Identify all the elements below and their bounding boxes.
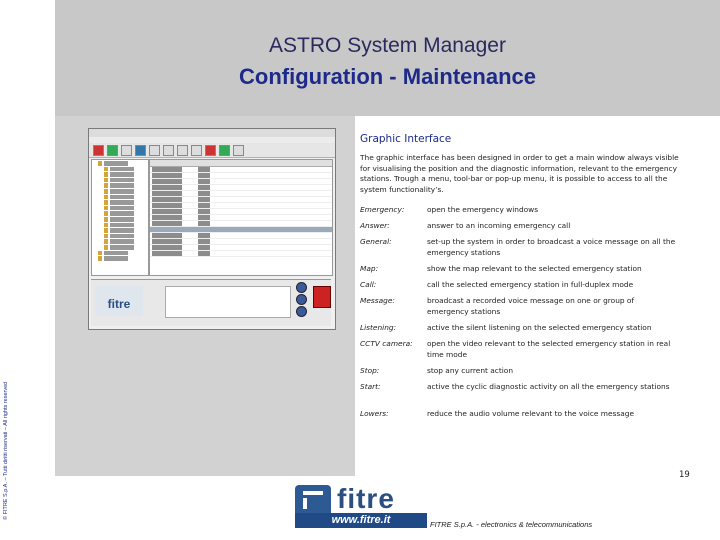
round-button-icon xyxy=(296,282,307,293)
round-button-icon xyxy=(296,294,307,305)
round-button-icon xyxy=(296,306,307,317)
definition-desc: show the map relevant to the selected em… xyxy=(427,264,642,273)
definition-desc: answer to an incoming emergency call xyxy=(427,221,571,230)
definition-term: Message: xyxy=(360,296,395,305)
emergency-icon xyxy=(93,144,104,156)
definition-term: Answer: xyxy=(360,221,390,230)
cctv-camera-icon xyxy=(191,144,202,156)
definition-term: CCTV camera: xyxy=(360,339,413,348)
definition-term: General: xyxy=(360,237,392,246)
alarm-indicator-icon xyxy=(313,286,331,308)
answer-icon xyxy=(107,144,118,156)
definition-desc: set-up the system in order to broadcast … xyxy=(427,237,676,257)
page-number: 19 xyxy=(679,470,690,480)
screenshot-logo: fitre xyxy=(95,286,143,316)
listening-icon xyxy=(177,144,188,156)
definition-desc: active the silent listening on the selec… xyxy=(427,323,652,332)
screenshot-station-table xyxy=(149,159,333,276)
definition-term: Call: xyxy=(360,280,377,289)
page-title: ASTRO System Manager xyxy=(269,34,506,57)
screenshot-toolbar xyxy=(89,143,335,158)
copyright-notice: © FITRE S.p.A. – Tutti diritti riservati… xyxy=(3,381,9,520)
definition-desc: reduce the audio volume relevant to the … xyxy=(427,409,635,418)
website-link[interactable]: www.fitre.it xyxy=(295,513,427,528)
header-band xyxy=(55,0,720,116)
lowers-icon xyxy=(233,144,244,156)
start-icon xyxy=(219,144,230,156)
definition-desc: call the selected emergency station in f… xyxy=(427,280,634,289)
definition-desc: broadcast a recorded voice message on on… xyxy=(427,296,635,316)
definition-desc: active the cyclic diagnostic activity on… xyxy=(427,382,670,391)
section-title: Graphic Interface xyxy=(360,133,452,145)
message-icon xyxy=(163,144,174,156)
definition-term: Lowers: xyxy=(360,409,389,418)
app-screenshot: fitre xyxy=(88,128,336,330)
map-icon xyxy=(135,144,146,156)
fitre-logo-icon xyxy=(295,485,331,513)
definition-term: Emergency: xyxy=(360,205,405,214)
screenshot-diagnostic-grid xyxy=(165,286,291,318)
definition-desc: stop any current action xyxy=(427,366,514,375)
fitre-logo: fitre xyxy=(295,483,427,514)
definition-desc: open the emergency windows xyxy=(427,205,539,214)
general-icon xyxy=(121,144,132,156)
section-intro: The graphic interface has been designed … xyxy=(360,153,679,194)
definition-term: Listening: xyxy=(360,323,397,332)
definition-term: Start: xyxy=(360,382,381,391)
screenshot-status-area: fitre xyxy=(91,279,331,326)
stop-icon xyxy=(205,144,216,156)
definition-desc: open the video relevant to the selected … xyxy=(427,339,671,359)
screenshot-tree-view xyxy=(91,159,149,276)
fitre-logo-text: fitre xyxy=(337,483,395,514)
call-icon xyxy=(149,144,160,156)
company-tagline: FITRE S.p.A. - electronics & telecommuni… xyxy=(430,520,593,529)
definition-term: Map: xyxy=(360,264,379,273)
page-subtitle: Configuration - Maintenance xyxy=(239,64,536,89)
screenshot-titlebar xyxy=(89,129,335,137)
definition-term: Stop: xyxy=(360,366,380,375)
